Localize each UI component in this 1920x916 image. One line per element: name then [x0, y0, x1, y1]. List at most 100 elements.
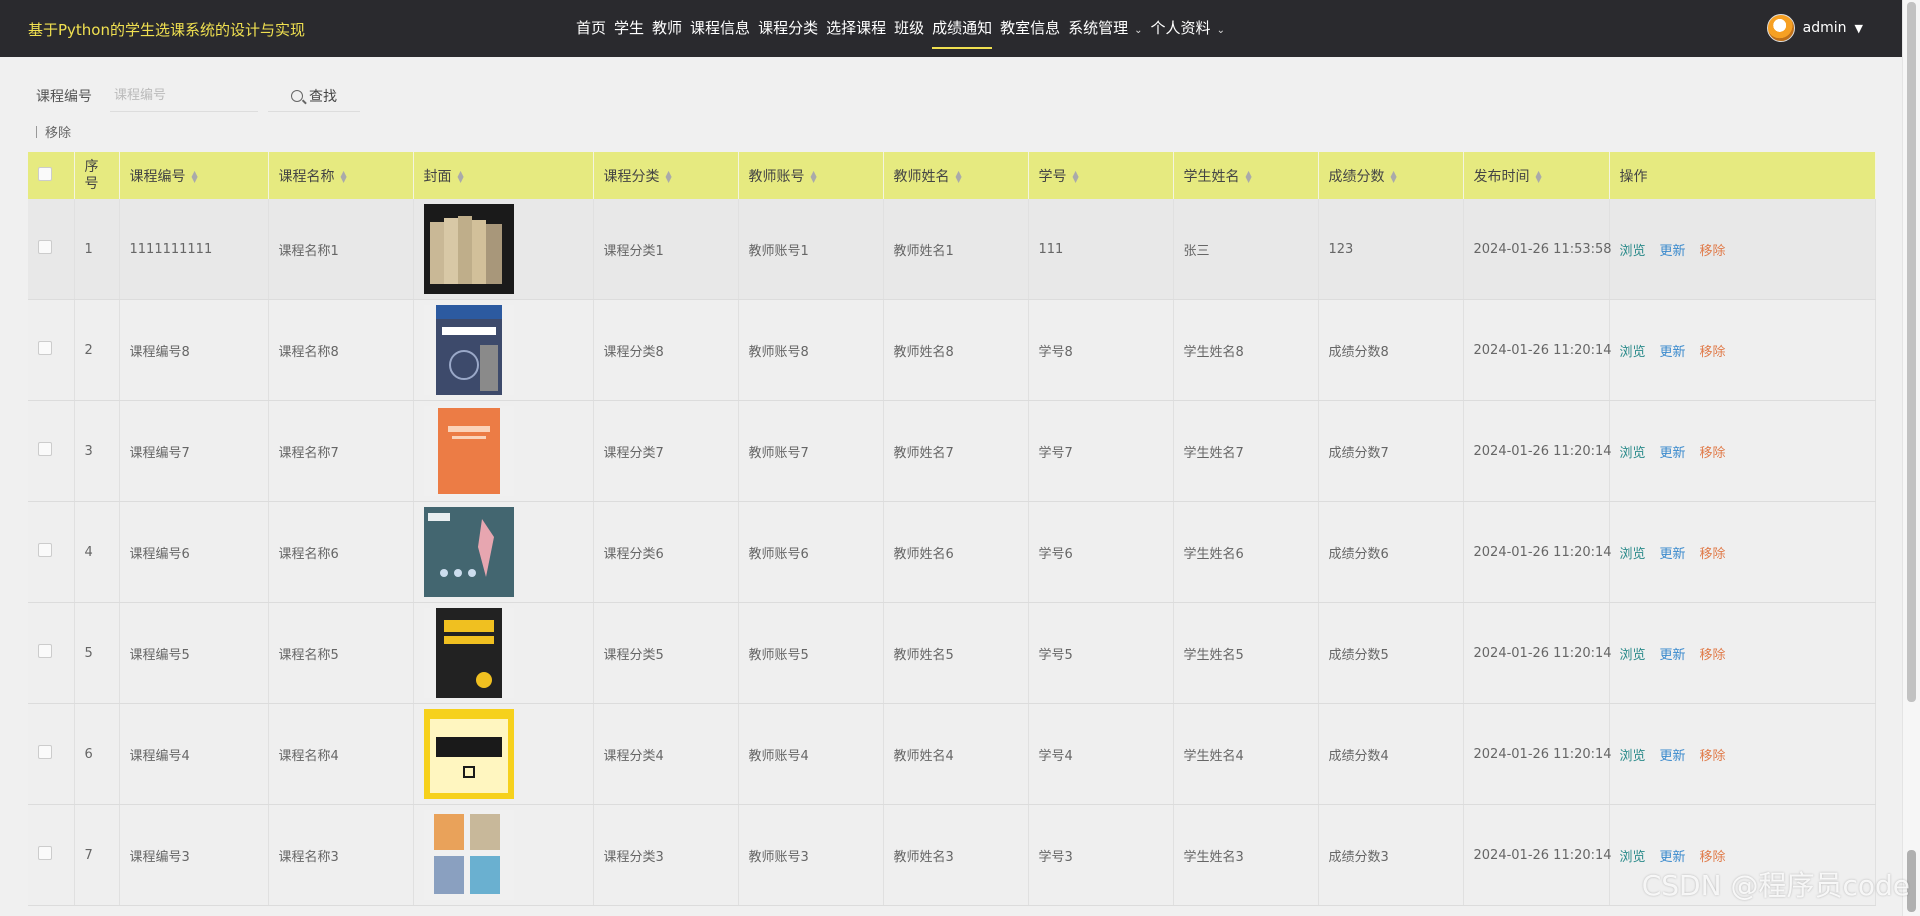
remove-button[interactable]: 移除: [1700, 749, 1726, 764]
remove-button[interactable]: 移除: [1700, 244, 1726, 259]
nav-class[interactable]: 班级: [890, 0, 928, 57]
remove-button[interactable]: 移除: [1700, 446, 1726, 461]
view-button[interactable]: 浏览: [1620, 850, 1646, 865]
cell-score: 成绩分数5: [1318, 602, 1464, 704]
table-row[interactable]: 5 课程编号5 课程名称5 课程分类5 教师账号5 教师姓名5 学号5 学生姓名5 成绩分数5 2…: [28, 602, 1876, 704]
col-label: 教师账号: [748, 168, 805, 185]
row-checkbox[interactable]: [38, 745, 52, 759]
bulk-remove-label: 移除: [45, 126, 72, 141]
scrollbar-thumb[interactable]: [1907, 2, 1916, 702]
row-checkbox[interactable]: [38, 644, 52, 658]
cover-black-chemistry[interactable]: [423, 608, 514, 698]
view-button[interactable]: 浏览: [1620, 345, 1646, 360]
col-cover[interactable]: 封面 ▲ ▼: [413, 152, 594, 199]
cell-seq: 6: [74, 703, 120, 805]
row-checkbox[interactable]: [38, 543, 52, 557]
nav-profile[interactable]: 个人资料 ⌄: [1147, 0, 1229, 57]
col-label: 课程编号: [129, 168, 186, 185]
col-label: 课程分类: [603, 168, 660, 185]
nav-home[interactable]: 首页: [572, 0, 610, 57]
update-button[interactable]: 更新: [1660, 648, 1686, 663]
cell-seq: 2: [74, 299, 120, 401]
sort-icon[interactable]: ▲ ▼: [811, 169, 817, 183]
col-teacher-name[interactable]: 教师姓名 ▲ ▼: [883, 152, 1029, 199]
col-score[interactable]: 成绩分数 ▲ ▼: [1318, 152, 1464, 199]
update-button[interactable]: 更新: [1660, 850, 1686, 865]
cell-teacher-account: 教师账号3: [738, 804, 884, 906]
remove-button[interactable]: 移除: [1700, 345, 1726, 360]
user-menu[interactable]: admin ▼: [1766, 14, 1863, 42]
update-button[interactable]: 更新: [1660, 446, 1686, 461]
bulk-remove-button[interactable]: 移除: [36, 122, 71, 141]
cover-blue-book[interactable]: [423, 305, 514, 395]
cell-teacher-name: 教师姓名5: [883, 602, 1029, 704]
view-button[interactable]: 浏览: [1620, 244, 1646, 259]
update-button[interactable]: 更新: [1660, 244, 1686, 259]
cover-teal-illustration[interactable]: [423, 507, 514, 597]
nav-label: 学生: [614, 19, 645, 37]
nav-classroom-info[interactable]: 教室信息: [996, 0, 1064, 57]
table-row[interactable]: 3 课程编号7 课程名称7 课程分类7 教师账号7 教师姓名7 学号7 学生姓名7 成绩分数7 2…: [28, 400, 1876, 502]
sort-icon[interactable]: ▲ ▼: [192, 169, 198, 183]
remove-button[interactable]: 移除: [1700, 547, 1726, 562]
search-button[interactable]: 查找: [268, 80, 360, 112]
course-no-search-input[interactable]: [110, 80, 258, 112]
col-course-name[interactable]: 课程名称 ▲ ▼: [268, 152, 414, 199]
sort-icon[interactable]: ▲ ▼: [1073, 169, 1079, 183]
update-button[interactable]: 更新: [1660, 749, 1686, 764]
table-row[interactable]: 6 课程编号4 课程名称4 课程分类4 教师账号4 教师姓名4 学号4 学生姓名4 成绩分数4 2…: [28, 703, 1876, 805]
col-seq: 序号: [74, 152, 120, 199]
col-student-no[interactable]: 学号 ▲ ▼: [1028, 152, 1174, 199]
view-button[interactable]: 浏览: [1620, 547, 1646, 562]
sort-icon[interactable]: ▲ ▼: [1391, 169, 1397, 183]
sort-icon[interactable]: ▲ ▼: [1246, 169, 1252, 183]
remove-button[interactable]: 移除: [1700, 648, 1726, 663]
row-checkbox[interactable]: [38, 240, 52, 254]
cell-cover: [413, 400, 594, 502]
col-student-name[interactable]: 学生姓名 ▲ ▼: [1173, 152, 1319, 199]
row-checkbox[interactable]: [38, 846, 52, 860]
cover-books-stack[interactable]: [423, 204, 514, 294]
nav-select-course[interactable]: 选择课程: [822, 0, 890, 57]
row-checkbox[interactable]: [38, 442, 52, 456]
row-checkbox[interactable]: [38, 341, 52, 355]
nav-students[interactable]: 学生: [610, 0, 648, 57]
cover-yellow-chinese[interactable]: [423, 709, 514, 799]
remove-button[interactable]: 移除: [1700, 850, 1726, 865]
col-category[interactable]: 课程分类 ▲ ▼: [593, 152, 739, 199]
update-button[interactable]: 更新: [1660, 345, 1686, 360]
cell-category: 课程分类8: [593, 299, 739, 401]
sort-icon[interactable]: ▲ ▼: [956, 169, 962, 183]
nav-teachers[interactable]: 教师: [648, 0, 686, 57]
nav-course-info[interactable]: 课程信息: [686, 0, 754, 57]
cell-teacher-account: 教师账号7: [738, 400, 884, 502]
table-row[interactable]: 4 课程编号6 课程名称6 课程分类6 教师账号6 教师姓名6 学号6 学生姓名6 成绩分数6 2…: [28, 501, 1876, 603]
view-button[interactable]: 浏览: [1620, 648, 1646, 663]
sort-icon[interactable]: ▲ ▼: [1536, 169, 1542, 183]
view-button[interactable]: 浏览: [1620, 749, 1646, 764]
sort-icon[interactable]: ▲ ▼: [666, 169, 672, 183]
cover-orange-book[interactable]: [423, 406, 514, 496]
view-button[interactable]: 浏览: [1620, 446, 1646, 461]
cell-teacher-account: 教师账号8: [738, 299, 884, 401]
cell-teacher-account: 教师账号6: [738, 501, 884, 603]
cover-multi-books[interactable]: [423, 810, 514, 900]
nav-system-management[interactable]: 系统管理 ⌄: [1064, 0, 1146, 57]
nav-grade-notice[interactable]: 成绩通知: [928, 0, 996, 57]
sort-icon[interactable]: ▲ ▼: [341, 169, 347, 183]
table-row[interactable]: 2 课程编号8 课程名称8 课程分类8 教师账号8 教师姓名8 学号8 学生姓名8 成绩分数8 2…: [28, 299, 1876, 401]
col-course-no[interactable]: 课程编号 ▲ ▼: [119, 152, 269, 199]
sort-icon[interactable]: ▲ ▼: [458, 169, 464, 183]
col-publish-time[interactable]: 发布时间 ▲ ▼: [1463, 152, 1610, 199]
cell-course-no: 课程编号8: [119, 299, 269, 401]
select-all-checkbox[interactable]: [38, 166, 52, 181]
cell-student-no: 学号5: [1028, 602, 1174, 704]
update-button[interactable]: 更新: [1660, 547, 1686, 562]
col-teacher-account[interactable]: 教师账号 ▲ ▼: [738, 152, 884, 199]
cell-cover: [413, 602, 594, 704]
vertical-scrollbar[interactable]: [1902, 0, 1920, 916]
nav-course-category[interactable]: 课程分类: [754, 0, 822, 57]
table-row[interactable]: 1 1111111111 课程名称1 课程分类1 教师账号1 教师姓名1 111 张三 123 2…: [28, 199, 1876, 300]
table-row[interactable]: 7 课程编号3 课程名称3 课程分类3 教师账号3 教师姓名3 学号3 学生姓名3 成绩分数3 2…: [28, 804, 1876, 906]
cell-actions: 浏览 更新 移除: [1609, 703, 1876, 805]
